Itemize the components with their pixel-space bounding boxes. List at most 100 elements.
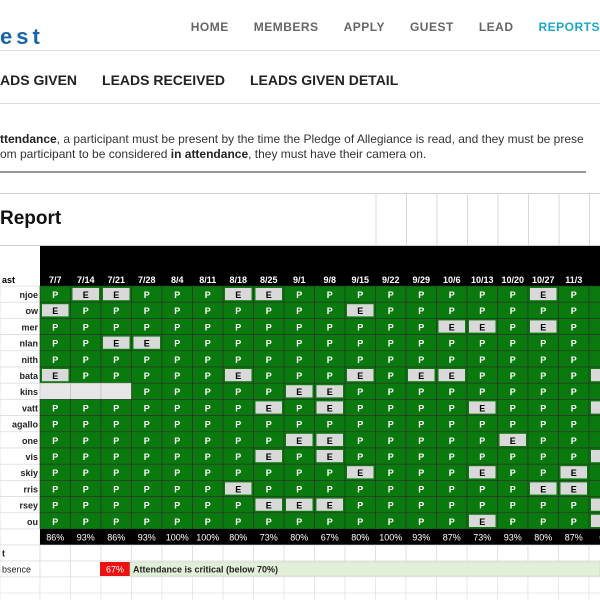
attendance-mark: P (266, 436, 272, 446)
attendance-mark: E (144, 339, 150, 349)
member-name: agallo (12, 420, 39, 430)
attendance-mark: P (52, 484, 58, 494)
attendance-mark: P (357, 387, 363, 397)
attendance-percent: 93% (138, 533, 156, 543)
empty-cell (405, 592, 437, 600)
member-name: kins (20, 387, 38, 397)
attendance-mark: P (266, 468, 272, 478)
empty-cell (588, 576, 600, 594)
date-header-label: 7/28 (138, 275, 156, 285)
nav-home[interactable]: HOME (191, 20, 229, 34)
subnav-leads-given-detail[interactable]: LEADS GIVEN DETAIL (250, 72, 398, 88)
attendance-mark: P (296, 339, 302, 349)
attendance-mark: P (83, 436, 89, 446)
attendance-mark: P (510, 290, 516, 300)
attendance-mark: P (571, 452, 577, 462)
attendance-mark: P (388, 339, 394, 349)
attendance-mark: P (266, 322, 272, 332)
attendance-mark: P (266, 484, 272, 494)
empty-cell (588, 592, 600, 600)
empty-cell (527, 544, 559, 562)
attendance-mark: E (540, 290, 546, 300)
nav-reports[interactable]: REPORTS (538, 20, 600, 34)
attendance-mark: P (266, 420, 272, 430)
attendance-mark: P (571, 403, 577, 413)
attendance-mark: P (296, 290, 302, 300)
empty-cell (436, 544, 468, 562)
empty-cell (222, 576, 254, 594)
attendance-percent: 80% (351, 533, 369, 543)
critical-swatch-value: 67% (106, 565, 124, 575)
attendance-mark: P (266, 371, 272, 381)
attendance-mark: P (235, 322, 241, 332)
notice-bold-1: ttendance (0, 132, 57, 146)
attendance-mark: P (52, 436, 58, 446)
attendance-mark: P (52, 355, 58, 365)
attendance-cell-present (588, 480, 600, 497)
attendance-spreadsheet: ast 7/7 7/14 7/21 7/28 8/4 8/11 8/18 8/25 9/1 9/8 9… (0, 193, 600, 600)
notice-text-1: , a participant must be present by the t… (56, 132, 584, 146)
attendance-mark: P (510, 339, 516, 349)
attendance-mark: E (296, 501, 302, 511)
attendance-mark: P (388, 501, 394, 511)
empty-cell (375, 544, 407, 562)
attendance-cell-present (588, 318, 600, 335)
attendance-mark: P (418, 290, 424, 300)
attendance-mark: P (571, 517, 577, 527)
attendance-mark: P (571, 420, 577, 430)
attendance-mark: P (388, 452, 394, 462)
attendance-mark: P (205, 339, 211, 349)
attendance-mark: E (479, 517, 485, 527)
attendance-mark: P (388, 403, 394, 413)
attendance-mark: P (296, 517, 302, 527)
attendance-mark: P (388, 306, 394, 316)
date-header-label: 8/11 (199, 275, 216, 285)
attendance-mark: E (266, 403, 272, 413)
attendance-mark: P (357, 355, 363, 365)
attendance-percent: 93% (504, 533, 522, 543)
attendance-mark: P (449, 403, 455, 413)
empty-cell (253, 576, 285, 594)
attendance-mark: P (174, 403, 180, 413)
attendance-mark: P (510, 322, 516, 332)
attendance-mark: E (449, 322, 455, 332)
attendance-mark: P (388, 387, 394, 397)
attendance-mark: P (540, 339, 546, 349)
empty-cell (344, 592, 376, 600)
member-name: rsey (19, 501, 38, 511)
subnav-leads-received[interactable]: LEADS RECEIVED (102, 72, 225, 88)
date-header-label: 8/25 (260, 275, 278, 285)
empty-cell (161, 576, 193, 594)
attendance-mark: P (296, 403, 302, 413)
header-divider (0, 50, 600, 51)
attendance-mark: E (266, 501, 272, 511)
empty-cell (192, 592, 224, 600)
empty-cell (253, 592, 285, 600)
attendance-mark: P (83, 322, 89, 332)
attendance-percent: 93% (77, 533, 95, 543)
attendance-mark: P (174, 484, 180, 494)
attendance-mark: E (418, 371, 424, 381)
empty-cell (436, 576, 468, 594)
attendance-mark: P (479, 371, 485, 381)
member-name: mer (21, 322, 38, 332)
subnav-leads-given[interactable]: ADS GIVEN (0, 72, 77, 88)
nav-members[interactable]: MEMBERS (254, 20, 319, 34)
member-name: bata (19, 371, 39, 381)
nav-apply[interactable]: APPLY (344, 20, 385, 34)
nav-lead[interactable]: LEAD (479, 20, 514, 34)
attendance-mark: P (418, 468, 424, 478)
attendance-mark: P (235, 355, 241, 365)
brand-logo[interactable]: est (0, 24, 44, 50)
attendance-mark: P (449, 290, 455, 300)
attendance-mark: P (52, 452, 58, 462)
attendance-mark: P (388, 517, 394, 527)
attendance-mark: P (388, 468, 394, 478)
attendance-mark: P (83, 306, 89, 316)
attendance-mark: P (479, 306, 485, 316)
attendance-mark: E (113, 339, 119, 349)
nav-guest[interactable]: GUEST (410, 20, 454, 34)
empty-cell (161, 544, 193, 562)
attendance-mark: E (327, 403, 333, 413)
attendance-mark: P (296, 452, 302, 462)
